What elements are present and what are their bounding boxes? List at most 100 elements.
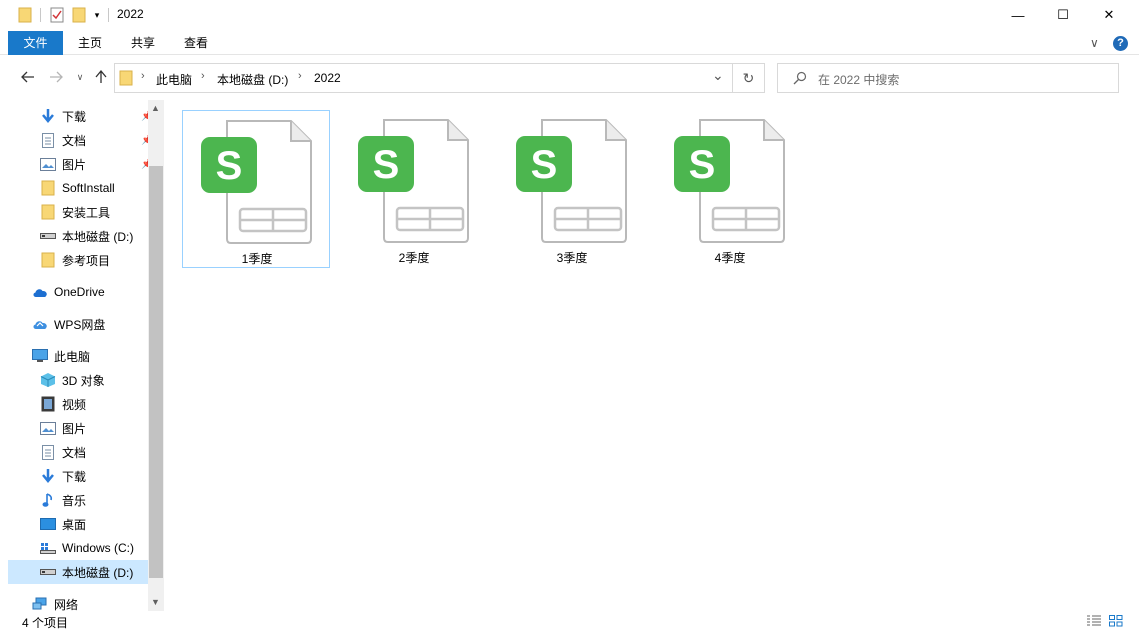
navigation-pane: 下载 📌 文档 📌 图片 📌 SoftInstall 安装工具 本地磁盘 (D:… xyxy=(0,100,164,612)
wps-cloud-icon xyxy=(32,316,48,332)
drive-icon xyxy=(40,564,56,580)
recent-locations-button[interactable]: ∨ xyxy=(69,66,91,88)
file-name: 2季度 xyxy=(398,251,430,265)
forward-button[interactable] xyxy=(45,66,67,88)
sidebar-item-install-tools[interactable]: 安装工具 xyxy=(8,200,148,224)
back-button[interactable] xyxy=(17,66,39,88)
large-icons-view-icon[interactable] xyxy=(1107,613,1125,629)
folder-icon xyxy=(40,180,56,196)
sidebar-item-label: 安装工具 xyxy=(62,205,111,220)
refresh-button[interactable]: ↻ xyxy=(733,63,765,93)
tab-file[interactable]: 文件 xyxy=(8,31,63,55)
sidebar-item-music[interactable]: 音乐 xyxy=(8,488,148,512)
up-button[interactable] xyxy=(90,66,112,88)
sidebar-item-label: SoftInstall xyxy=(62,181,115,195)
file-item[interactable]: S 1季度 xyxy=(182,110,330,268)
sidebar-item-videos[interactable]: 视频 xyxy=(8,392,148,416)
minimize-button[interactable]: — xyxy=(995,0,1041,30)
maximize-button[interactable]: ☐ xyxy=(1040,0,1086,30)
sidebar-item-windows-c[interactable]: Windows (C:) xyxy=(8,536,148,560)
item-count: 4 个项目 xyxy=(22,616,69,630)
window-title: 2022 xyxy=(117,7,144,21)
sidebar-item-label: 文档 xyxy=(62,445,87,460)
sidebar-item-label: 下载 xyxy=(62,469,87,484)
picture-icon xyxy=(40,156,56,172)
scrollbar-thumb[interactable] xyxy=(149,166,163,578)
wps-spreadsheet-icon: S xyxy=(516,116,628,247)
sidebar-item-label: 桌面 xyxy=(62,517,87,532)
folder-icon xyxy=(40,252,56,268)
svg-text:S: S xyxy=(689,143,716,187)
tab-home[interactable]: 主页 xyxy=(66,31,114,55)
sidebar-item-wps-drive[interactable]: WPS网盘 xyxy=(8,312,148,336)
file-item[interactable]: S 4季度 xyxy=(656,110,804,268)
file-name: 4季度 xyxy=(714,251,746,265)
close-button[interactable]: ✕ xyxy=(1086,0,1132,30)
sidebar-item-this-pc[interactable]: 此电脑 xyxy=(8,344,148,368)
sidebar-scrollbar[interactable]: ▲ ▼ xyxy=(148,100,164,611)
download-icon xyxy=(40,468,56,484)
sidebar-item-reference-projects[interactable]: 参考项目 xyxy=(8,248,148,272)
status-bar: 4 个项目 xyxy=(0,611,1139,641)
scroll-down-icon[interactable]: ▼ xyxy=(151,597,160,607)
address-bar[interactable]: › 此电脑 › 本地磁盘 (D:) › 2022 ⌄ xyxy=(114,63,733,93)
3d-objects-icon xyxy=(40,372,56,388)
scroll-up-icon[interactable]: ▲ xyxy=(151,103,160,113)
sidebar-item-label: 本地磁盘 (D:) xyxy=(62,229,134,244)
sidebar-item-desktop[interactable]: 桌面 xyxy=(8,512,148,536)
file-item[interactable]: S 3季度 xyxy=(498,110,646,268)
breadcrumb-separator[interactable]: › xyxy=(298,70,302,82)
file-name: 3季度 xyxy=(556,251,588,265)
sidebar-item-pictures-pc[interactable]: 图片 xyxy=(8,416,148,440)
breadcrumb-separator[interactable]: › xyxy=(141,70,145,82)
file-name: 1季度 xyxy=(241,252,273,266)
video-icon xyxy=(40,396,56,412)
breadcrumb-2022[interactable]: 2022 xyxy=(314,71,341,85)
download-icon xyxy=(40,108,56,124)
file-item[interactable]: S 2季度 xyxy=(340,110,488,268)
wps-spreadsheet-icon: S xyxy=(674,116,786,247)
sidebar-item-label: 本地磁盘 (D:) xyxy=(62,565,134,580)
sidebar-item-pictures[interactable]: 图片 📌 xyxy=(8,152,153,176)
sidebar-item-label: 3D 对象 xyxy=(62,373,105,388)
search-icon xyxy=(793,71,807,88)
sidebar-item-label: 此电脑 xyxy=(54,349,91,364)
details-view-icon[interactable] xyxy=(1085,613,1103,629)
breadcrumb-this-pc[interactable]: 此电脑 xyxy=(156,71,192,88)
sidebar-item-local-disk-d-pc[interactable]: 本地磁盘 (D:) xyxy=(8,560,148,584)
customize-toolbar-icon[interactable]: ▾ xyxy=(90,6,104,24)
sidebar-item-softinstall[interactable]: SoftInstall xyxy=(8,176,148,200)
sidebar-item-3d-objects[interactable]: 3D 对象 xyxy=(8,368,148,392)
folder-icon xyxy=(16,6,34,24)
sidebar-item-label: 下载 xyxy=(62,109,87,124)
address-dropdown-icon[interactable]: ⌄ xyxy=(712,67,724,84)
file-explorer-window: ▾ 2022 — ☐ ✕ 文件 主页 共享 查看 ∨ ? ∨ › 此电脑 › 本… xyxy=(0,0,1139,641)
sidebar-item-documents-pc[interactable]: 文档 xyxy=(8,440,148,464)
onedrive-cloud-icon xyxy=(32,284,48,300)
new-folder-icon[interactable] xyxy=(70,6,88,24)
sidebar-item-label: 网络 xyxy=(54,597,79,612)
properties-icon[interactable] xyxy=(48,6,66,24)
sidebar-item-label: Windows (C:) xyxy=(62,541,135,555)
sidebar-item-label: 图片 xyxy=(62,421,87,436)
sidebar-item-label: 音乐 xyxy=(62,493,87,508)
help-icon[interactable]: ? xyxy=(1113,36,1128,51)
sidebar-item-downloads[interactable]: 下载 📌 xyxy=(8,104,153,128)
title-bar: ▾ 2022 — ☐ ✕ xyxy=(0,0,1139,31)
sidebar-item-local-disk-d[interactable]: 本地磁盘 (D:) xyxy=(8,224,148,248)
sidebar-item-label: 视频 xyxy=(62,397,87,412)
sidebar-item-documents[interactable]: 文档 📌 xyxy=(8,128,153,152)
tab-share[interactable]: 共享 xyxy=(118,31,168,55)
sidebar-item-downloads-pc[interactable]: 下载 xyxy=(8,464,148,488)
wps-spreadsheet-icon: S xyxy=(358,116,470,247)
breadcrumb-separator[interactable]: › xyxy=(201,70,205,82)
svg-text:S: S xyxy=(216,144,243,188)
breadcrumb-local-disk[interactable]: 本地磁盘 (D:) xyxy=(217,71,288,88)
computer-icon xyxy=(32,348,48,364)
sidebar-item-onedrive[interactable]: OneDrive xyxy=(8,280,148,304)
document-icon xyxy=(40,444,56,460)
search-box[interactable]: 在 2022 中搜索 xyxy=(777,63,1119,93)
tab-view[interactable]: 查看 xyxy=(171,31,221,55)
sidebar-item-label: WPS网盘 xyxy=(54,317,106,332)
ribbon-collapse-icon[interactable]: ∨ xyxy=(1090,36,1099,50)
